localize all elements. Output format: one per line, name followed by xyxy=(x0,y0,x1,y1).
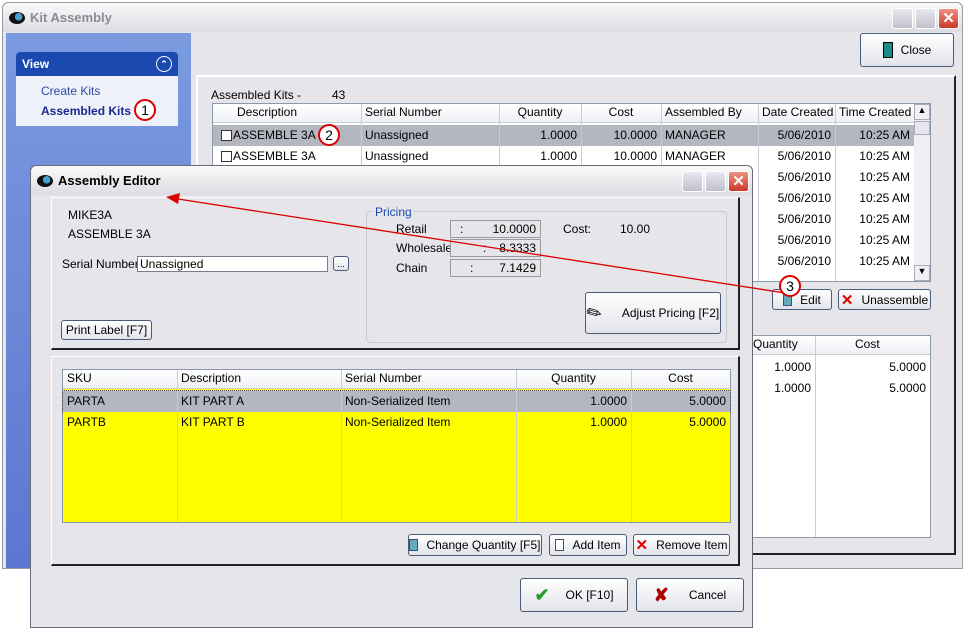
annotation-arrow xyxy=(166,193,786,294)
annotation-1: 1 xyxy=(134,99,156,121)
annotation-3: 3 xyxy=(779,275,801,297)
annotation-2: 2 xyxy=(318,124,340,146)
